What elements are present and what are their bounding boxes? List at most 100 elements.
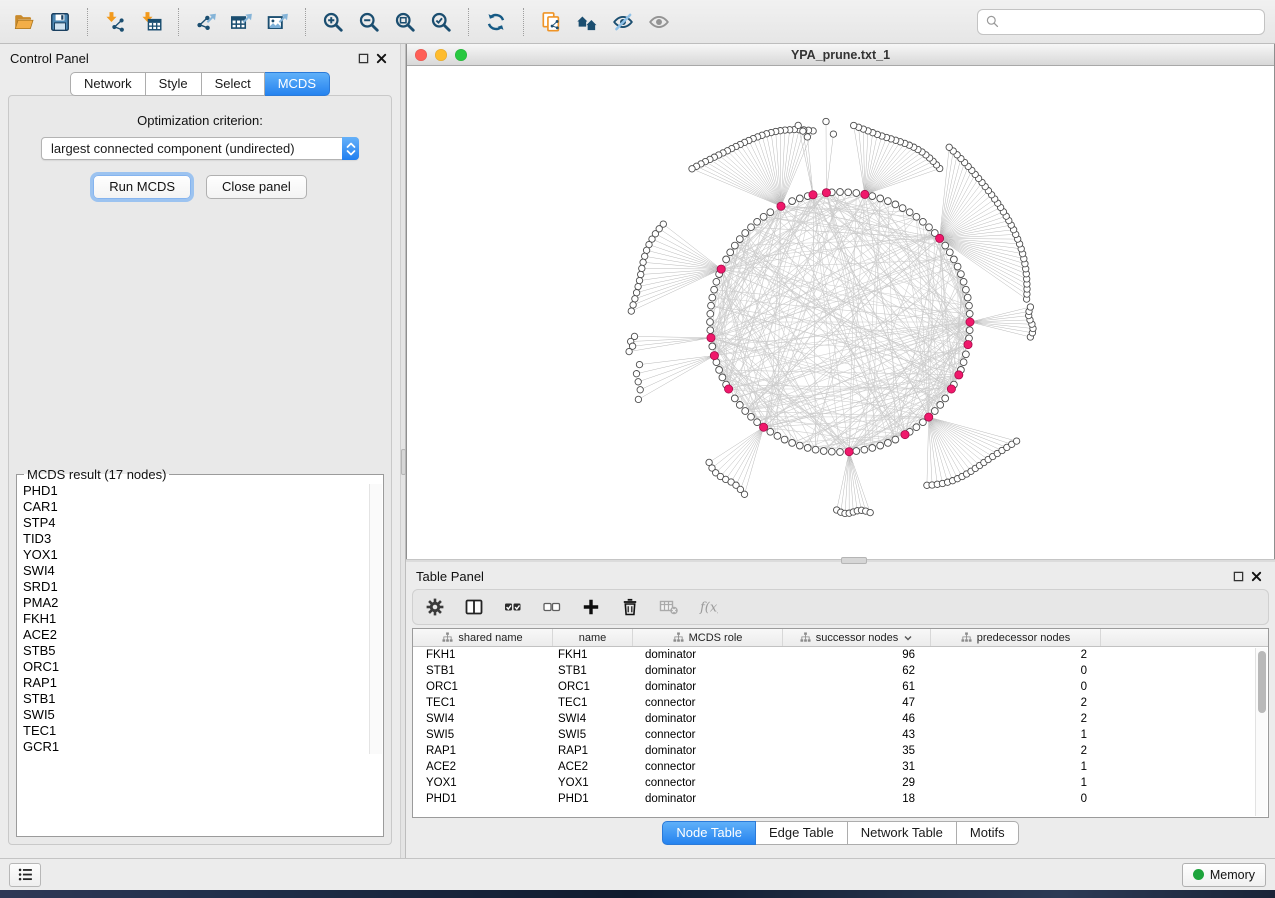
network-node[interactable] (723, 256, 730, 263)
mcds-result-item[interactable]: STP4 (23, 515, 383, 531)
network-node[interactable] (913, 213, 920, 220)
network-node[interactable] (954, 263, 961, 270)
tab-motifs[interactable]: Motifs (957, 821, 1019, 845)
mcds-result-item[interactable]: FKH1 (23, 611, 383, 627)
zoom-selected-button[interactable] (423, 6, 459, 38)
splitter-grip[interactable] (401, 449, 406, 475)
zoom-out-button[interactable] (351, 6, 387, 38)
mcds-result-item[interactable]: SWI5 (23, 707, 383, 723)
network-node[interactable] (885, 440, 892, 447)
network-node[interactable] (638, 271, 644, 277)
network-node[interactable] (711, 286, 718, 293)
network-node[interactable] (958, 271, 965, 278)
tab-node-table[interactable]: Node Table (662, 821, 756, 845)
close-panel-icon[interactable] (372, 50, 390, 66)
network-node[interactable] (1027, 304, 1033, 310)
network-view-canvas[interactable] (407, 66, 1274, 562)
network-node[interactable] (804, 134, 810, 140)
memory-button[interactable]: Memory (1182, 863, 1266, 887)
mcds-node[interactable] (845, 448, 853, 456)
network-node[interactable] (713, 278, 720, 285)
network-node[interactable] (837, 449, 844, 456)
mcds-node[interactable] (809, 191, 817, 199)
maximize-window-icon[interactable] (455, 49, 467, 61)
float-panel-icon[interactable] (354, 50, 372, 66)
network-node[interactable] (823, 118, 829, 124)
minimize-window-icon[interactable] (435, 49, 447, 61)
mcds-result-item[interactable]: TID3 (23, 531, 383, 547)
mcds-result-item[interactable]: SRD1 (23, 579, 383, 595)
network-node[interactable] (851, 122, 857, 128)
mcds-node[interactable] (947, 385, 955, 393)
network-node[interactable] (963, 286, 970, 293)
result-list-scrollbar[interactable] (369, 484, 382, 754)
table-scrollbar[interactable] (1255, 648, 1267, 816)
network-node[interactable] (781, 436, 788, 443)
export-image-button[interactable] (260, 6, 296, 38)
mcds-result-item[interactable]: CAR1 (23, 499, 383, 515)
mcds-result-item[interactable]: YOX1 (23, 547, 383, 563)
select-all-button[interactable] (497, 592, 529, 622)
network-node[interactable] (892, 201, 899, 208)
network-node[interactable] (642, 253, 648, 259)
network-node[interactable] (951, 256, 958, 263)
mcds-result-item[interactable]: SWI4 (23, 563, 383, 579)
column-header-shared-name[interactable]: shared name (413, 629, 553, 646)
network-node[interactable] (741, 491, 747, 497)
network-node[interactable] (942, 395, 949, 402)
tab-style[interactable]: Style (146, 72, 202, 96)
network-node[interactable] (942, 242, 949, 249)
network-node[interactable] (709, 294, 716, 301)
network-node[interactable] (892, 436, 899, 443)
clone-network-button[interactable] (533, 6, 569, 38)
network-node[interactable] (637, 387, 643, 393)
table-row[interactable]: ORC1ORC1dominator610 (413, 679, 1268, 695)
mcds-node[interactable] (760, 423, 768, 431)
chevron-down-icon[interactable] (903, 633, 913, 643)
horizontal-splitter[interactable] (406, 559, 1275, 562)
network-node[interactable] (885, 198, 892, 205)
column-header-name[interactable]: name (553, 629, 633, 646)
mcds-result-item[interactable]: STB1 (23, 691, 383, 707)
network-node[interactable] (946, 249, 953, 256)
network-node[interactable] (789, 440, 796, 447)
network-node[interactable] (707, 327, 714, 334)
table-row[interactable]: RAP1RAP1dominator352 (413, 743, 1268, 759)
network-node[interactable] (789, 198, 796, 205)
network-node[interactable] (633, 371, 639, 377)
network-node[interactable] (906, 209, 913, 216)
network-node[interactable] (709, 343, 716, 350)
network-node[interactable] (800, 128, 806, 134)
network-node[interactable] (937, 402, 944, 409)
refresh-button[interactable] (478, 6, 514, 38)
network-node[interactable] (636, 361, 642, 367)
network-node[interactable] (630, 302, 636, 308)
mcds-node[interactable] (901, 431, 909, 439)
mcds-node[interactable] (710, 352, 718, 360)
network-node[interactable] (869, 445, 876, 452)
deselect-all-button[interactable] (536, 592, 568, 622)
network-node[interactable] (708, 302, 715, 309)
splitter-grip[interactable] (841, 557, 867, 564)
search-box[interactable] (977, 9, 1265, 35)
table-row[interactable]: TEC1TEC1connector472 (413, 695, 1268, 711)
tab-edge-table[interactable]: Edge Table (756, 821, 848, 845)
network-node[interactable] (727, 249, 734, 256)
network-node[interactable] (643, 247, 649, 253)
tab-select[interactable]: Select (202, 72, 265, 96)
mcds-result-item[interactable]: PHD1 (23, 483, 383, 499)
network-node[interactable] (853, 448, 860, 455)
network-node[interactable] (796, 442, 803, 449)
network-node[interactable] (920, 218, 927, 225)
vertical-splitter[interactable] (400, 44, 406, 858)
mcds-node[interactable] (725, 385, 733, 393)
network-node[interactable] (736, 402, 743, 409)
network-node[interactable] (639, 265, 645, 271)
mcds-node[interactable] (964, 341, 972, 349)
network-node[interactable] (748, 413, 755, 420)
mcds-result-item[interactable]: STB5 (23, 643, 383, 659)
network-node[interactable] (635, 283, 641, 289)
add-row-button[interactable] (575, 592, 607, 622)
optimization-criterion-select[interactable]: largest connected component (undirected) (41, 137, 359, 160)
table-row[interactable]: PHD1PHD1dominator180 (413, 791, 1268, 807)
